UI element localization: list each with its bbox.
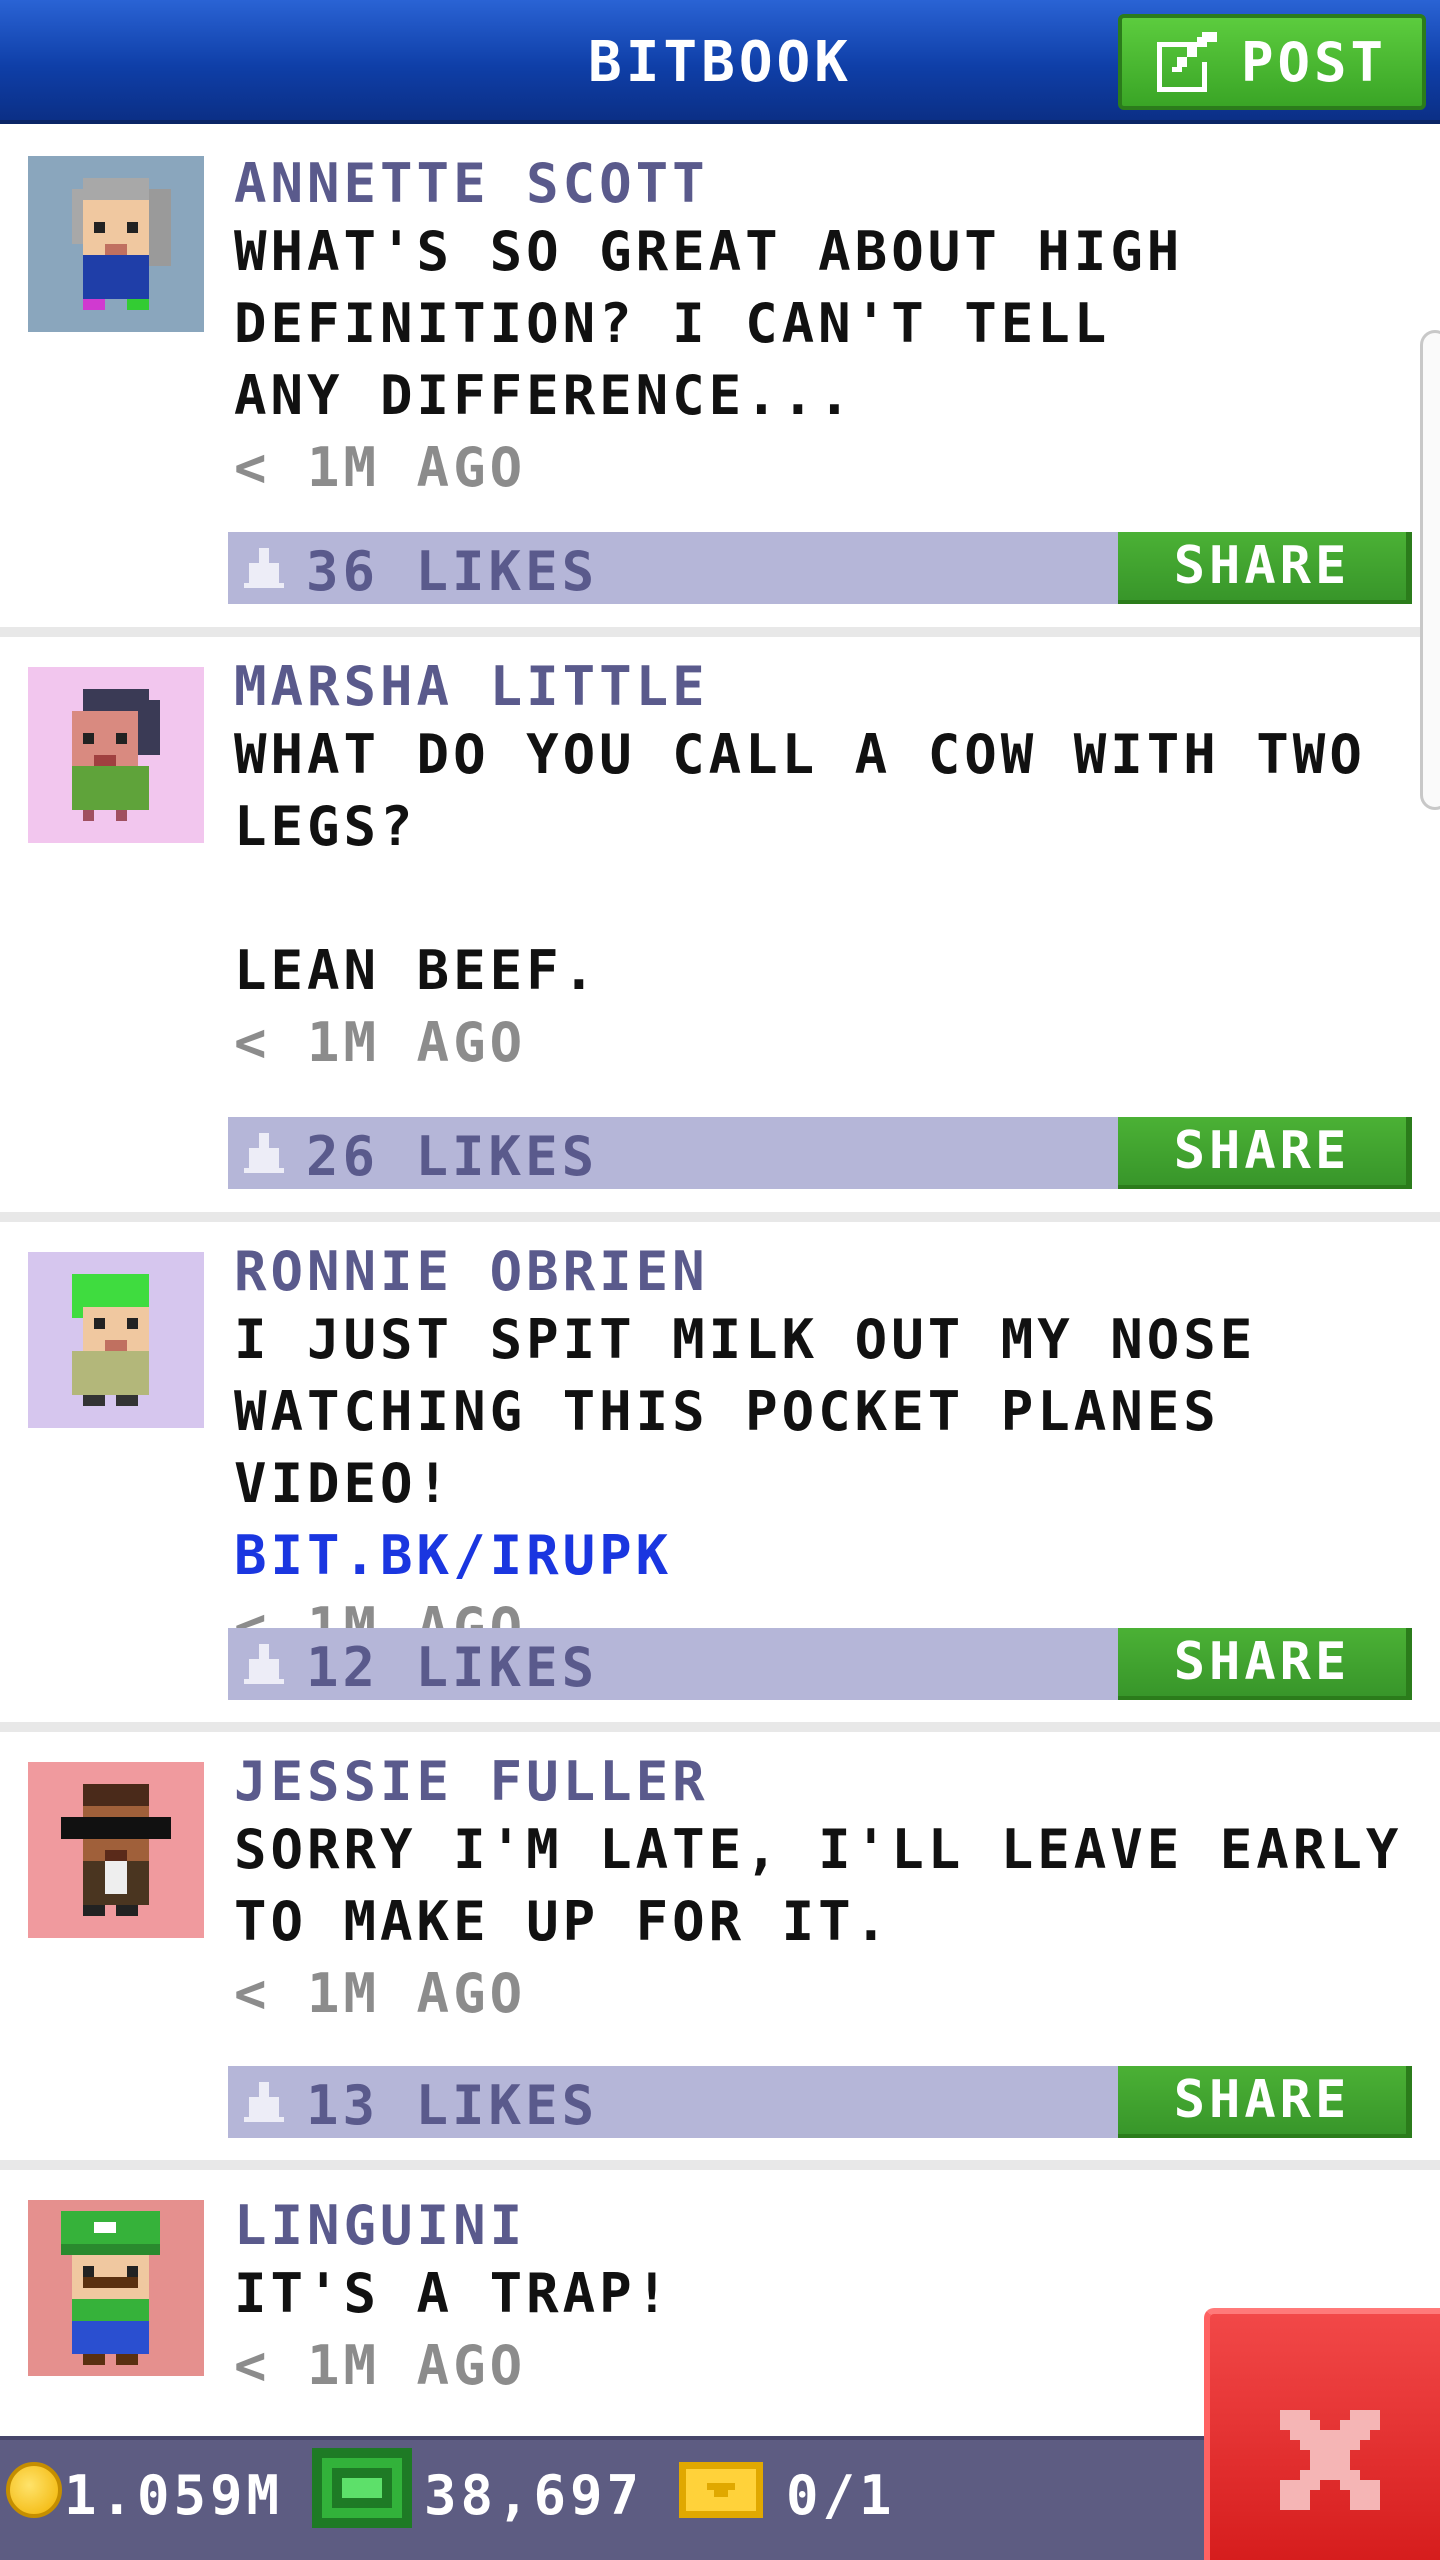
post-author[interactable]: LINGUINI	[234, 2194, 1414, 2258]
post-message: IT'S A TRAP!	[234, 2262, 673, 2325]
post-divider	[0, 627, 1440, 637]
avatar	[28, 156, 204, 332]
share-button[interactable]: SHARE	[1118, 1628, 1412, 1700]
close-button[interactable]	[1204, 2308, 1440, 2560]
likes-bar: 36 LIKES SHARE	[228, 532, 1412, 604]
post-divider	[0, 1722, 1440, 1732]
feed-post: MARSHA LITTLE WHAT DO YOU CALL A COW WIT…	[0, 637, 1440, 1212]
post-message: WHAT'S SO GREAT ABOUT HIGH DEFINITION? I…	[234, 220, 1220, 427]
avatar-image	[28, 667, 204, 843]
feed-post: RONNIE OBRIEN I JUST SPIT MILK OUT MY NO…	[0, 1222, 1440, 1722]
feed-post: ANNETTE SCOTT WHAT'S SO GREAT ABOUT HIGH…	[0, 132, 1440, 627]
avatar	[28, 2200, 204, 2376]
bux-count: 38,697	[424, 2464, 644, 2527]
like-icon[interactable]	[244, 2082, 284, 2122]
post-divider	[0, 2160, 1440, 2170]
avatar	[28, 667, 204, 843]
like-icon[interactable]	[244, 1133, 284, 1173]
post-message: I JUST SPIT MILK OUT MY NOSE WATCHING TH…	[234, 1308, 1293, 1515]
post-button-label: POST	[1240, 30, 1388, 94]
bux-icon	[312, 2448, 412, 2528]
likes-bar: 13 LIKES SHARE	[228, 2066, 1412, 2138]
likes-bar: 12 LIKES SHARE	[228, 1628, 1412, 1700]
avatar-image	[28, 1252, 204, 1428]
like-icon[interactable]	[244, 1644, 284, 1684]
post-link[interactable]: BIT.BK/IRUPK	[234, 1524, 672, 1587]
coins-count: 1.059M	[64, 2464, 284, 2527]
post-time: < 1M AGO	[234, 1962, 527, 2025]
likes-count: 26 LIKES	[306, 1125, 599, 1188]
post-content: JESSIE FULLER SORRY I'M LATE, I'LL LEAVE…	[234, 1750, 1414, 2030]
scrollbar[interactable]	[1420, 330, 1440, 810]
post-button[interactable]: POST	[1118, 14, 1426, 110]
tickets-count: 0/1	[786, 2464, 896, 2527]
avatar	[28, 1252, 204, 1428]
share-button[interactable]: SHARE	[1118, 2066, 1412, 2138]
post-divider	[0, 1212, 1440, 1222]
share-button[interactable]: SHARE	[1118, 532, 1412, 604]
avatar-image	[28, 2200, 204, 2376]
post-author[interactable]: ANNETTE SCOTT	[234, 152, 1414, 216]
app-header: BITBOOK POST	[0, 0, 1440, 124]
compose-icon	[1156, 32, 1217, 92]
post-content: ANNETTE SCOTT WHAT'S SO GREAT ABOUT HIGH…	[234, 152, 1414, 504]
avatar-image	[28, 1762, 204, 1938]
likes-bar: 26 LIKES SHARE	[228, 1117, 1412, 1189]
coin-icon	[6, 2462, 62, 2518]
close-icon	[1280, 2410, 1380, 2510]
avatar	[28, 1762, 204, 1938]
like-icon[interactable]	[244, 548, 284, 588]
post-content: RONNIE OBRIEN I JUST SPIT MILK OUT MY NO…	[234, 1240, 1414, 1664]
feed-post: JESSIE FULLER SORRY I'M LATE, I'LL LEAVE…	[0, 1732, 1440, 2160]
post-author[interactable]: RONNIE OBRIEN	[234, 1240, 1414, 1304]
ticket-icon	[679, 2462, 763, 2518]
post-content: MARSHA LITTLE WHAT DO YOU CALL A COW WIT…	[234, 655, 1414, 1079]
likes-count: 13 LIKES	[306, 2074, 599, 2137]
post-time: < 1M AGO	[234, 436, 527, 499]
share-button[interactable]: SHARE	[1118, 1117, 1412, 1189]
post-message: WHAT DO YOU CALL A COW WITH TWO LEGS? LE…	[234, 723, 1366, 1002]
post-message: SORRY I'M LATE, I'LL LEAVE EARLY TO MAKE…	[234, 1818, 1439, 1953]
post-author[interactable]: MARSHA LITTLE	[234, 655, 1414, 719]
post-time: < 1M AGO	[234, 1011, 527, 1074]
avatar-image	[28, 156, 204, 332]
post-author[interactable]: JESSIE FULLER	[234, 1750, 1414, 1814]
likes-count: 12 LIKES	[306, 1636, 599, 1699]
likes-count: 36 LIKES	[306, 540, 599, 603]
